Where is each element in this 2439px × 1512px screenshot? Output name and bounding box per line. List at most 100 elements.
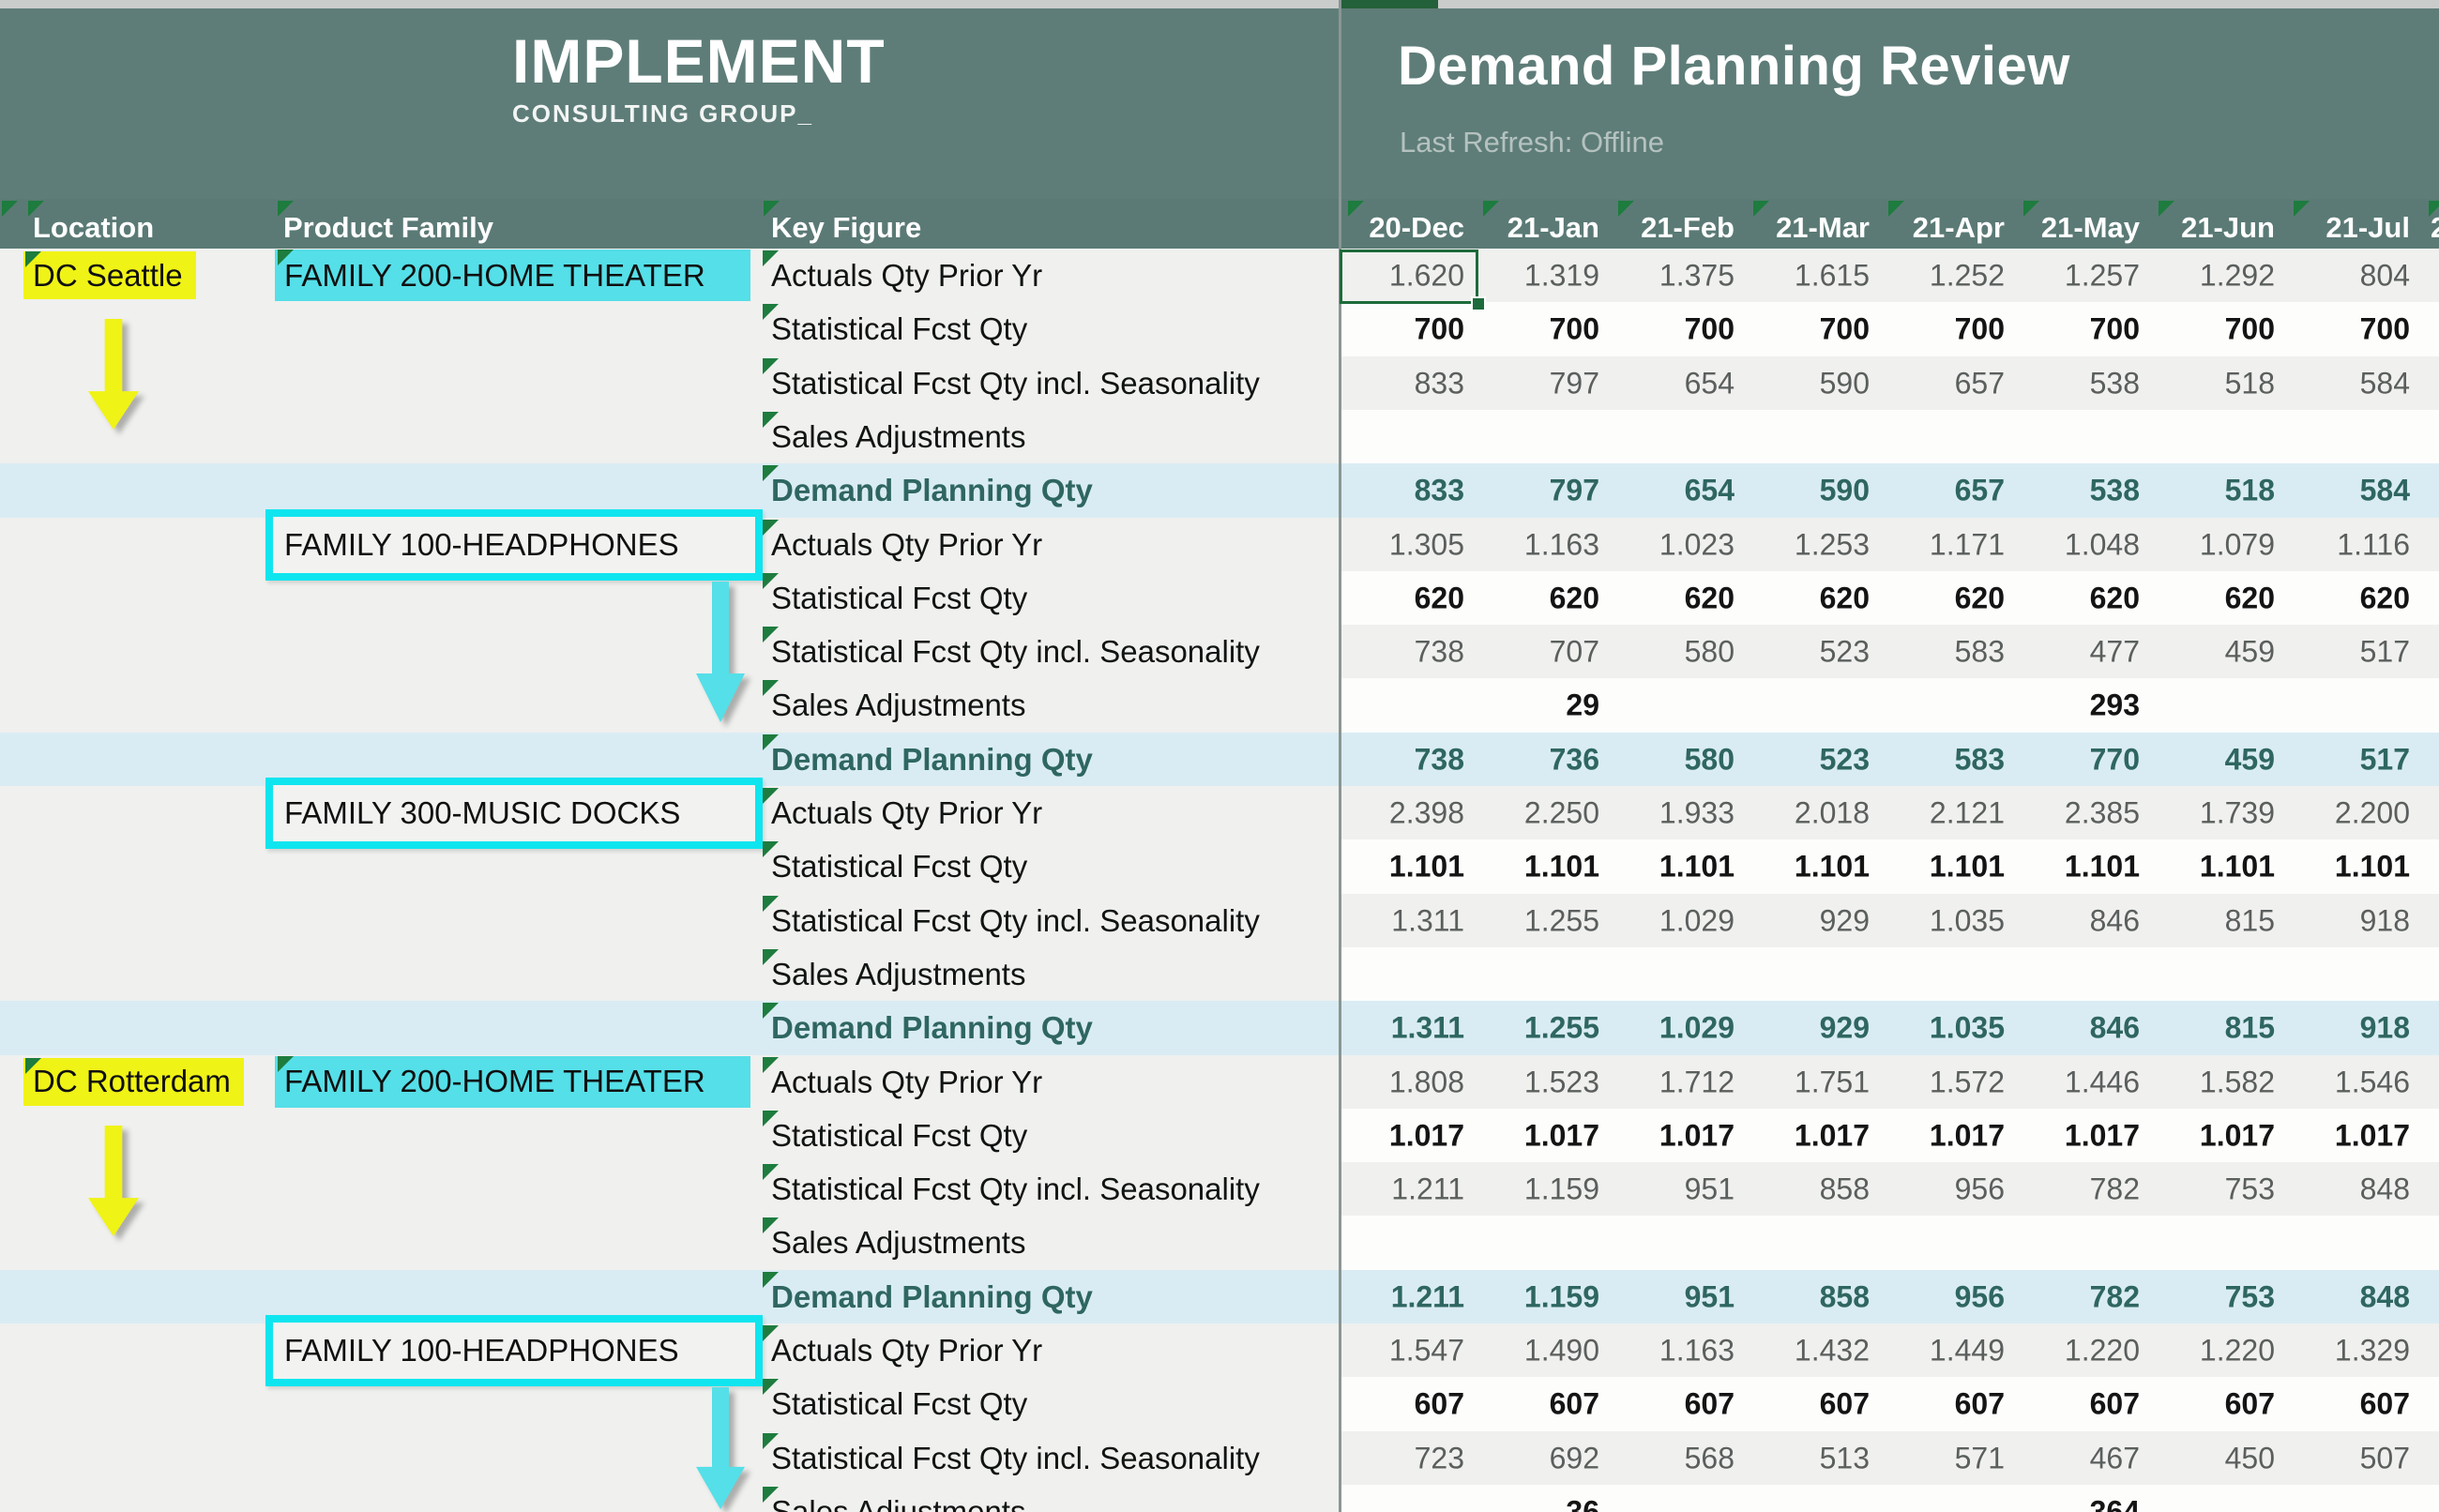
value-cell[interactable]: 1.523 <box>1477 1065 1599 1099</box>
key-figure-cell[interactable]: Demand Planning Qty <box>771 742 1093 778</box>
value-cell[interactable]: 1.712 <box>1613 1065 1735 1099</box>
key-figure-cell[interactable]: Statistical Fcst Qty incl. Seasonality <box>771 1172 1260 1207</box>
value-cell[interactable]: 459 <box>2153 635 2275 670</box>
value-cell[interactable]: 590 <box>1748 474 1870 508</box>
key-figure-cell[interactable]: Statistical Fcst Qty <box>771 311 1027 347</box>
value-cell[interactable]: 2.018 <box>1748 796 1870 831</box>
value-cell[interactable]: 467 <box>2018 1441 2140 1475</box>
value-cell[interactable]: 607 <box>2153 1387 2275 1422</box>
product-family-cell-box[interactable]: FAMILY 100-HEADPHONES <box>265 509 763 581</box>
value-cell[interactable]: 620 <box>1613 581 1735 615</box>
value-cell[interactable]: 1.029 <box>1613 903 1735 938</box>
value-cell[interactable]: 450 <box>2153 1441 2275 1475</box>
value-cell[interactable]: 1.017 <box>2153 1118 2275 1153</box>
value-cell[interactable]: 753 <box>2153 1279 2275 1314</box>
value-cell[interactable]: 804 <box>2288 259 2410 294</box>
value-cell[interactable]: 2.121 <box>1883 796 2005 831</box>
key-figure-cell[interactable]: Actuals Qty Prior Yr <box>771 1065 1042 1100</box>
value-cell[interactable]: 1.017 <box>1883 1118 2005 1153</box>
key-figure-cell[interactable]: Demand Planning Qty <box>771 1010 1093 1046</box>
value-cell[interactable]: 797 <box>1477 474 1599 508</box>
value-cell[interactable]: 1.808 <box>1342 1065 1464 1099</box>
value-cell[interactable]: 620 <box>2288 581 2410 615</box>
value-cell[interactable]: 1.101 <box>1883 850 2005 885</box>
value-cell[interactable]: 1.101 <box>2288 850 2410 885</box>
selection-fill-handle[interactable] <box>1471 296 1486 311</box>
value-cell[interactable]: 518 <box>2153 474 2275 508</box>
value-cell[interactable]: 518 <box>2153 366 2275 401</box>
value-cell[interactable]: 583 <box>1883 635 2005 670</box>
key-figure-cell[interactable]: Statistical Fcst Qty incl. Seasonality <box>771 634 1260 670</box>
value-cell[interactable]: 1.432 <box>1748 1334 1870 1368</box>
value-cell[interactable]: 620 <box>2018 581 2140 615</box>
key-figure-cell[interactable]: Statistical Fcst Qty <box>771 849 1027 885</box>
value-cell[interactable]: 736 <box>1477 742 1599 777</box>
value-cell[interactable]: 848 <box>2288 1279 2410 1314</box>
value-cell[interactable]: 815 <box>2153 1011 2275 1046</box>
value-cell[interactable]: 538 <box>2018 474 2140 508</box>
value-cell[interactable]: 1.017 <box>1477 1118 1599 1153</box>
value-cell[interactable]: 538 <box>2018 366 2140 401</box>
value-cell[interactable]: 1.159 <box>1477 1172 1599 1207</box>
value-cell[interactable]: 523 <box>1748 742 1870 777</box>
value-cell[interactable]: 1.079 <box>2153 527 2275 562</box>
value-cell[interactable]: 738 <box>1342 635 1464 670</box>
value-cell[interactable]: 507 <box>2288 1441 2410 1475</box>
value-cell[interactable]: 700 <box>1342 312 1464 347</box>
value-cell[interactable]: 1.101 <box>1748 850 1870 885</box>
value-cell[interactable]: 929 <box>1748 1011 1870 1046</box>
value-cell[interactable]: 1.252 <box>1883 259 2005 294</box>
value-cell[interactable]: 1.029 <box>1613 1011 1735 1046</box>
value-cell[interactable]: 2.398 <box>1342 796 1464 831</box>
key-figure-cell[interactable]: Sales Adjustments <box>771 1494 1025 1512</box>
value-cell[interactable]: 1.547 <box>1342 1334 1464 1368</box>
value-cell[interactable]: 700 <box>1883 312 2005 347</box>
value-cell[interactable]: 858 <box>1748 1279 1870 1314</box>
value-cell[interactable]: 1.582 <box>2153 1065 2275 1099</box>
value-cell[interactable]: 956 <box>1883 1172 2005 1207</box>
value-cell[interactable]: 607 <box>1748 1387 1870 1422</box>
value-cell[interactable]: 951 <box>1613 1279 1735 1314</box>
value-cell[interactable]: 1.035 <box>1883 1011 2005 1046</box>
value-cell[interactable]: 1.101 <box>2153 850 2275 885</box>
value-cell[interactable]: 1.305 <box>1342 527 1464 562</box>
value-cell[interactable]: 1.546 <box>2288 1065 2410 1099</box>
key-figure-cell[interactable]: Actuals Qty Prior Yr <box>771 527 1042 563</box>
value-cell[interactable]: 1.163 <box>1477 527 1599 562</box>
value-cell[interactable]: 620 <box>1342 581 1464 615</box>
value-cell[interactable]: 2.385 <box>2018 796 2140 831</box>
value-cell[interactable]: 1.490 <box>1477 1334 1599 1368</box>
value-cell[interactable]: 1.101 <box>1613 850 1735 885</box>
value-cell[interactable]: 815 <box>2153 903 2275 938</box>
value-cell[interactable]: 846 <box>2018 1011 2140 1046</box>
value-cell[interactable]: 29 <box>1477 688 1599 723</box>
value-cell[interactable]: 517 <box>2288 742 2410 777</box>
value-cell[interactable]: 782 <box>2018 1172 2140 1207</box>
value-cell[interactable]: 723 <box>1342 1441 1464 1475</box>
value-cell[interactable]: 607 <box>2018 1387 2140 1422</box>
value-cell[interactable]: 513 <box>1748 1441 1870 1475</box>
value-cell[interactable]: 607 <box>1883 1387 2005 1422</box>
value-cell[interactable]: 692 <box>1477 1441 1599 1475</box>
value-cell[interactable]: 1.101 <box>2018 850 2140 885</box>
column-header-location[interactable]: Location <box>33 211 154 245</box>
key-figure-cell[interactable]: Statistical Fcst Qty <box>771 1386 1027 1422</box>
value-cell[interactable]: 571 <box>1883 1441 2005 1475</box>
value-cell[interactable]: 620 <box>1477 581 1599 615</box>
value-cell[interactable]: 607 <box>1613 1387 1735 1422</box>
value-cell[interactable]: 1.739 <box>2153 796 2275 831</box>
value-cell[interactable]: 580 <box>1613 742 1735 777</box>
value-cell[interactable]: 459 <box>2153 742 2275 777</box>
value-cell[interactable]: 858 <box>1748 1172 1870 1207</box>
value-cell[interactable]: 700 <box>1477 312 1599 347</box>
value-cell[interactable]: 584 <box>2288 474 2410 508</box>
value-cell[interactable]: 1.449 <box>1883 1334 2005 1368</box>
value-cell[interactable]: 1.017 <box>2288 1118 2410 1153</box>
value-cell[interactable]: 1.017 <box>1342 1118 1464 1153</box>
product-family-cell-box[interactable]: FAMILY 100-HEADPHONES <box>265 1315 763 1386</box>
value-cell[interactable]: 1.220 <box>2018 1334 2140 1368</box>
value-cell[interactable]: 657 <box>1883 474 2005 508</box>
value-cell[interactable]: 1.163 <box>1613 1334 1735 1368</box>
value-cell[interactable]: 1.116 <box>2288 527 2410 562</box>
value-cell[interactable]: 700 <box>2153 312 2275 347</box>
